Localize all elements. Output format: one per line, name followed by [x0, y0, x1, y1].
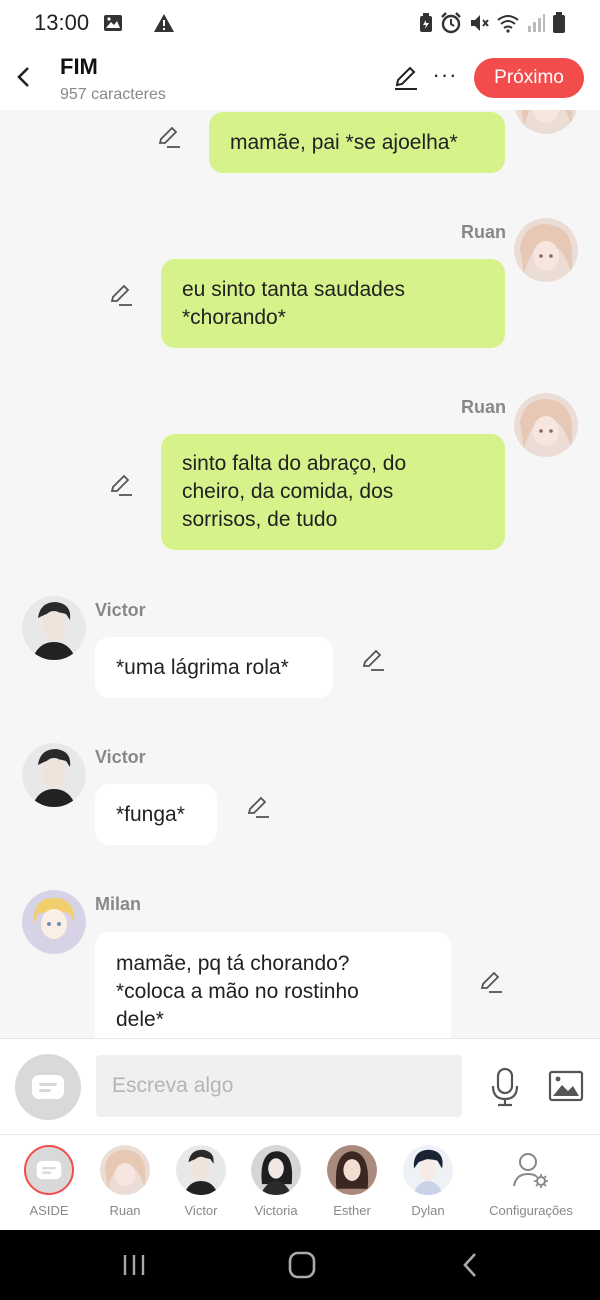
recent-apps-icon	[123, 1255, 145, 1275]
character-item-victor[interactable]: Victor	[163, 1145, 239, 1218]
warning-icon	[154, 14, 175, 32]
pencil-icon	[247, 796, 269, 818]
mute-icon	[471, 15, 489, 31]
recent-apps-button[interactable]	[114, 1250, 154, 1280]
avatar	[327, 1145, 377, 1195]
status-bar: 13:00	[0, 0, 600, 46]
home-icon	[288, 1251, 316, 1279]
narration-icon	[32, 1075, 64, 1099]
avatar-victor[interactable]	[22, 596, 86, 660]
home-button[interactable]	[282, 1250, 322, 1280]
chat-area[interactable]: mamãe, pai *se ajoelha* Ruan eu sinto ta…	[0, 110, 600, 1038]
wifi-icon	[497, 15, 519, 33]
avatar-milan[interactable]	[22, 890, 86, 954]
character-label: Esther	[333, 1203, 371, 1218]
edit-message-button[interactable]	[108, 472, 134, 498]
avatar-ruan[interactable]	[514, 393, 578, 457]
back-button[interactable]	[10, 60, 36, 94]
character-label: Configurações	[489, 1203, 573, 1218]
alarm-icon	[441, 12, 461, 34]
avatar	[100, 1145, 150, 1195]
avatar-victor[interactable]	[22, 743, 86, 807]
edit-message-button[interactable]	[245, 794, 271, 820]
avatar-ruan[interactable]	[514, 110, 578, 134]
system-nav-bar	[0, 1230, 600, 1300]
next-button[interactable]: Próximo	[474, 58, 584, 98]
avatar-ruan[interactable]	[514, 218, 578, 282]
gallery-notification-icon	[104, 15, 123, 31]
character-label: Dylan	[411, 1203, 445, 1218]
message-bubble[interactable]: sinto falta do abraço, do cheiro, da com…	[161, 434, 505, 550]
back-arrow-icon	[463, 1253, 476, 1277]
pencil-icon	[110, 284, 132, 306]
character-count: 957 caracteres	[60, 86, 166, 103]
pencil-icon	[110, 474, 132, 496]
character-label: Victoria	[254, 1203, 298, 1218]
sender-name: Victor	[95, 600, 146, 620]
pencil-icon	[480, 971, 502, 993]
signal-icon	[528, 14, 545, 32]
edit-message-button[interactable]	[360, 647, 386, 673]
edit-message-button[interactable]	[478, 969, 504, 995]
character-item-dylan[interactable]: Dylan	[390, 1145, 466, 1218]
more-options-button[interactable]: ···	[432, 64, 458, 92]
more-dots-icon: ···	[432, 62, 458, 87]
attach-image-button[interactable]	[548, 1069, 584, 1103]
message-input[interactable]	[96, 1055, 462, 1117]
character-label: ASIDE	[29, 1203, 69, 1218]
message-composer	[0, 1038, 600, 1134]
character-label: Victor	[184, 1203, 218, 1218]
image-icon	[548, 1070, 584, 1102]
chat-header: FIM 957 caracteres ··· Próximo	[0, 46, 600, 110]
battery-icon	[553, 12, 565, 33]
voice-input-button[interactable]	[488, 1067, 522, 1107]
edit-story-button[interactable]	[392, 64, 420, 92]
pencil-icon	[362, 649, 384, 671]
character-label: Ruan	[109, 1203, 141, 1218]
message-bubble[interactable]: *funga*	[95, 784, 217, 845]
sender-name: Ruan	[461, 222, 506, 242]
aside-toggle-button[interactable]	[15, 1054, 81, 1120]
character-item-ruan[interactable]: Ruan	[87, 1145, 163, 1218]
chevron-left-icon	[17, 67, 29, 87]
message-bubble[interactable]: eu sinto tanta saudades *chorando*	[161, 259, 505, 348]
user-settings-icon	[506, 1145, 556, 1195]
battery-saver-icon	[420, 13, 432, 32]
status-time: 13:00	[34, 10, 90, 35]
sender-name: Milan	[95, 894, 142, 914]
character-item-esther[interactable]: Esther	[314, 1145, 390, 1218]
microphone-icon	[491, 1067, 519, 1107]
narration-avatar-icon	[24, 1145, 74, 1195]
sender-name: Ruan	[461, 397, 506, 417]
character-item-victoria[interactable]: Victoria	[238, 1145, 314, 1218]
avatar	[251, 1145, 301, 1195]
edit-message-button[interactable]	[156, 124, 182, 150]
message-bubble[interactable]: *uma lágrima rola*	[95, 637, 333, 698]
message-bubble[interactable]: mamãe, pai *se ajoelha*	[209, 112, 505, 173]
avatar	[403, 1145, 453, 1195]
edit-message-button[interactable]	[108, 282, 134, 308]
character-item-aside[interactable]: ASIDE	[11, 1145, 87, 1218]
sender-name: Victor	[95, 747, 146, 767]
system-back-button[interactable]	[450, 1250, 490, 1280]
pencil-icon	[158, 126, 180, 148]
character-bar: ASIDE Ruan Victor Victoria Esther Dylan	[0, 1134, 600, 1230]
avatar	[176, 1145, 226, 1195]
message-bubble[interactable]: mamãe, pq tá chorando? *coloca a mão no …	[95, 932, 451, 1038]
character-item-settings[interactable]: Configurações	[484, 1145, 578, 1218]
page-title: FIM	[60, 54, 98, 79]
pencil-icon	[395, 66, 417, 90]
